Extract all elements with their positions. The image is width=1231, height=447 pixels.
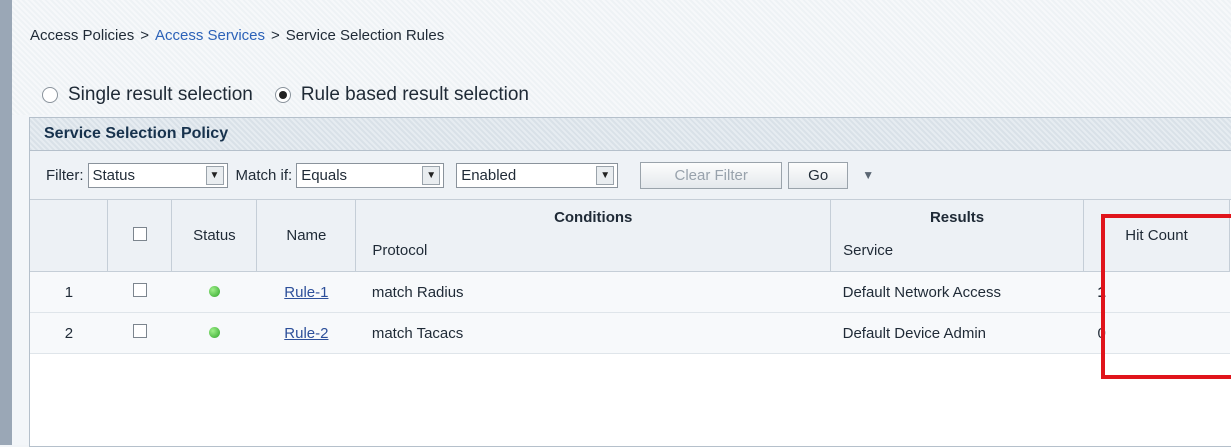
table-header-row: Status Name Conditions Protocol Results … bbox=[30, 200, 1230, 272]
single-result-label: Single result selection bbox=[68, 84, 253, 105]
filter-field-select[interactable]: Status ▼ bbox=[87, 162, 228, 188]
results-group-label: Results bbox=[929, 209, 985, 226]
breadcrumb: Access Policies > Access Services > Service … bbox=[30, 27, 444, 44]
protocol-cell: match Radius bbox=[355, 271, 831, 313]
status-enabled-icon bbox=[208, 285, 220, 297]
rule-based-radio[interactable] bbox=[274, 87, 291, 103]
window-left-border bbox=[0, 0, 12, 445]
service-cell: Default Network Access bbox=[830, 271, 1084, 313]
select-all-checkbox[interactable] bbox=[132, 226, 147, 241]
name-cell: Rule-1 bbox=[256, 271, 356, 313]
dropdown-arrow-icon[interactable]: ▼ bbox=[422, 165, 441, 185]
row-select-cell bbox=[107, 271, 172, 313]
breadcrumb-separator: > bbox=[140, 27, 149, 44]
match-operator-select[interactable]: Equals ▼ bbox=[296, 162, 445, 188]
rules-table: Status Name Conditions Protocol Results … bbox=[30, 200, 1230, 354]
select-all-header bbox=[107, 200, 173, 272]
results-header: Results Service bbox=[830, 200, 1084, 272]
single-result-radio[interactable] bbox=[42, 87, 58, 103]
page: Access Policies > Access Services > Service … bbox=[12, 0, 1231, 447]
rule-based-label: Rule based result selection bbox=[300, 84, 529, 105]
name-header[interactable]: Name bbox=[256, 200, 357, 272]
rule-based-option[interactable]: Rule based result selection bbox=[274, 84, 529, 106]
filter-label: Filter: bbox=[46, 166, 84, 184]
go-button[interactable]: Go bbox=[788, 161, 849, 189]
single-result-option[interactable]: Single result selection bbox=[42, 84, 253, 106]
panel-title: Service Selection Policy bbox=[30, 118, 1231, 151]
dropdown-arrow-icon[interactable]: ▼ bbox=[205, 165, 224, 185]
table-row[interactable]: 2 Rule-2 match Tacacs Default Device Adm… bbox=[30, 312, 1230, 354]
status-header[interactable]: Status bbox=[171, 200, 258, 272]
chevron-down-icon[interactable]: ▼ bbox=[862, 168, 874, 182]
filter-value-value: Enabled bbox=[461, 166, 517, 184]
selection-mode-group: Single result selection Rule based resul… bbox=[42, 84, 551, 106]
row-number: 2 bbox=[30, 312, 108, 354]
hit-count-cell: 1 bbox=[1083, 271, 1230, 313]
table-row[interactable]: 1 Rule-1 match Radius Default Network Ac… bbox=[30, 271, 1230, 313]
dropdown-arrow-icon[interactable]: ▼ bbox=[596, 165, 615, 185]
rule-name-link[interactable]: Rule-2 bbox=[284, 325, 328, 342]
hit-count-cell: 0 bbox=[1083, 312, 1230, 354]
breadcrumb-item-service-selection-rules: Service Selection Rules bbox=[285, 27, 445, 44]
conditions-header: Conditions Protocol bbox=[355, 200, 832, 272]
match-if-label: Match if: bbox=[235, 166, 293, 184]
clear-filter-button[interactable]: Clear Filter bbox=[640, 161, 783, 189]
breadcrumb-item-access-policies: Access Policies bbox=[30, 27, 135, 44]
row-checkbox[interactable] bbox=[132, 283, 147, 297]
status-cell bbox=[171, 271, 257, 313]
protocol-column-label[interactable]: Protocol bbox=[372, 242, 427, 259]
filter-field-value: Status bbox=[92, 166, 136, 184]
row-number-header bbox=[30, 200, 109, 272]
row-number: 1 bbox=[30, 271, 108, 313]
status-cell bbox=[171, 312, 257, 354]
service-cell: Default Device Admin bbox=[830, 312, 1084, 354]
protocol-cell: match Tacacs bbox=[355, 312, 831, 354]
breadcrumb-link-access-services[interactable]: Access Services bbox=[155, 27, 265, 44]
rule-name-link[interactable]: Rule-1 bbox=[284, 284, 328, 301]
status-enabled-icon bbox=[208, 326, 220, 338]
service-selection-policy-panel: Service Selection Policy Filter: Status … bbox=[29, 117, 1231, 447]
service-column-label[interactable]: Service bbox=[843, 242, 893, 259]
breadcrumb-separator: > bbox=[271, 27, 280, 44]
row-checkbox[interactable] bbox=[132, 324, 147, 338]
name-cell: Rule-2 bbox=[256, 312, 356, 354]
filter-value-select[interactable]: Enabled ▼ bbox=[456, 162, 619, 188]
hit-count-header[interactable]: Hit Count bbox=[1083, 200, 1230, 272]
match-operator-value: Equals bbox=[301, 166, 348, 184]
conditions-group-label: Conditions bbox=[554, 209, 633, 226]
row-select-cell bbox=[107, 312, 172, 354]
filter-bar: Filter: Status ▼ Match if: Equals ▼ Enab… bbox=[30, 151, 1231, 200]
